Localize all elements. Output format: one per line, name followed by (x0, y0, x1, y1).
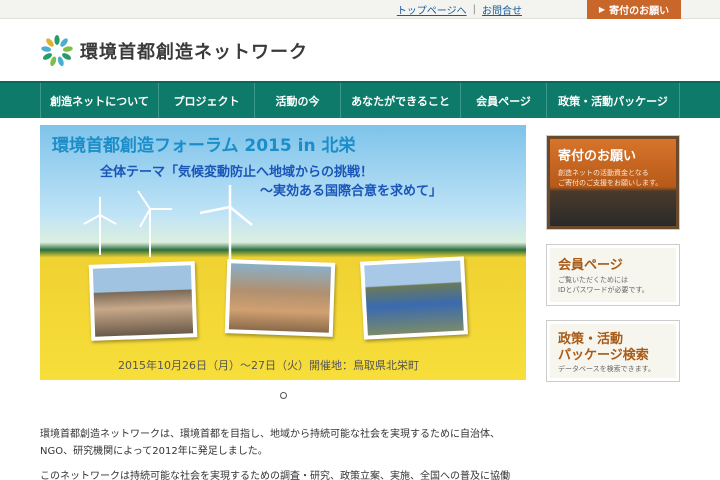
donate-button[interactable]: ▶ 寄付のお願い (587, 0, 681, 19)
banner-subtitle: 全体テーマ「気候変動防止へ地域からの挑戦！ (100, 165, 374, 180)
members-title: 会員ページ (558, 258, 623, 273)
members-page-banner[interactable]: 会員ページ ご覧いただくためには IDとパスワードが必要です。 (546, 244, 680, 306)
intro-line: 環境首都創造ネットワークは、環境首都を目指し、地域から持続可能な社会を実現するた… (40, 429, 500, 440)
slider-indicator[interactable] (280, 392, 287, 399)
main-nav: 創造ネットについて プロジェクト 活動の今 あなたができること 会員ページ 政策… (0, 81, 720, 118)
intro-line: NGO、研究機関によって2012年に発足しました。 (40, 446, 268, 457)
intro-line: このネットワークは持続可能な社会を実現するための調査・研究、政策立案、実施、全国… (40, 471, 510, 480)
members-desc-1: ご覧いただくためには (558, 276, 628, 284)
policy-search-banner[interactable]: 政策・活動 パッケージ検索 データベースを検索できます。 (546, 320, 680, 382)
nav-item-policy-package[interactable]: 政策・活動パッケージ (546, 83, 680, 118)
utility-separator: | (472, 4, 476, 15)
photo-workshop (224, 259, 336, 337)
intro-paragraph-2: このネットワークは持続可能な社会を実現するための調査・研究、政策立案、実施、全国… (40, 468, 540, 480)
donation-desc-2: ご寄付のご支援をお願いします。 (558, 179, 663, 187)
donation-banner[interactable]: 寄付のお願い 創造ネットの活動資金となる ご寄付のご支援をお願いします。 (546, 135, 680, 230)
intro-paragraph: 環境首都創造ネットワークは、環境首都を目指し、地域から持続可能な社会を実現するた… (40, 426, 540, 460)
wind-turbine-icon (137, 190, 172, 257)
photo-children (88, 261, 198, 341)
banner-subtitle-2: 〜実効ある国際合意を求めて」 (260, 184, 443, 199)
utility-links: トップページへ | お問合せ (397, 0, 522, 19)
nav-item-members[interactable]: 会員ページ (460, 83, 546, 118)
site-header: 環境首都創造ネットワーク (0, 20, 720, 82)
nav-list: 創造ネットについて プロジェクト 活動の今 あなたができること 会員ページ 政策… (40, 83, 680, 118)
arrow-right-icon: ▶ (598, 5, 606, 14)
logo-icon[interactable] (40, 34, 74, 68)
members-desc-2: IDとパスワードが必要です。 (558, 286, 649, 294)
top-page-link[interactable]: トップページへ (397, 2, 467, 17)
wind-turbine-icon (199, 185, 253, 265)
policy-desc: データベースを検索できます。 (558, 365, 655, 373)
donation-desc-1: 創造ネットの活動資金となる (558, 169, 649, 177)
contact-link[interactable]: お問合せ (482, 2, 522, 17)
nav-item-what-you-can-do[interactable]: あなたができること (340, 83, 460, 118)
photo-school-group (360, 256, 468, 340)
banner-date: 2015年10月26日（月）〜27日（火）開催地：鳥取県北栄町 (118, 359, 419, 372)
donate-button-label: 寄付のお願い (609, 6, 670, 17)
hero-banner[interactable]: 環境首都創造フォーラム 2015 in 北栄 全体テーマ「気候変動防止へ地域から… (40, 125, 526, 380)
site-name[interactable]: 環境首都創造ネットワーク (80, 38, 308, 64)
banner-title: 環境首都創造フォーラム 2015 in 北栄 (52, 136, 356, 156)
nav-item-activities[interactable]: 活動の今 (254, 83, 340, 118)
policy-title-2: パッケージ検索 (558, 348, 649, 363)
donation-title: 寄付のお願い (558, 149, 637, 164)
nav-item-about[interactable]: 創造ネットについて (40, 83, 158, 118)
utility-bar: トップページへ | お問合せ ▶ 寄付のお願い (0, 0, 720, 19)
nav-item-projects[interactable]: プロジェクト (158, 83, 254, 118)
